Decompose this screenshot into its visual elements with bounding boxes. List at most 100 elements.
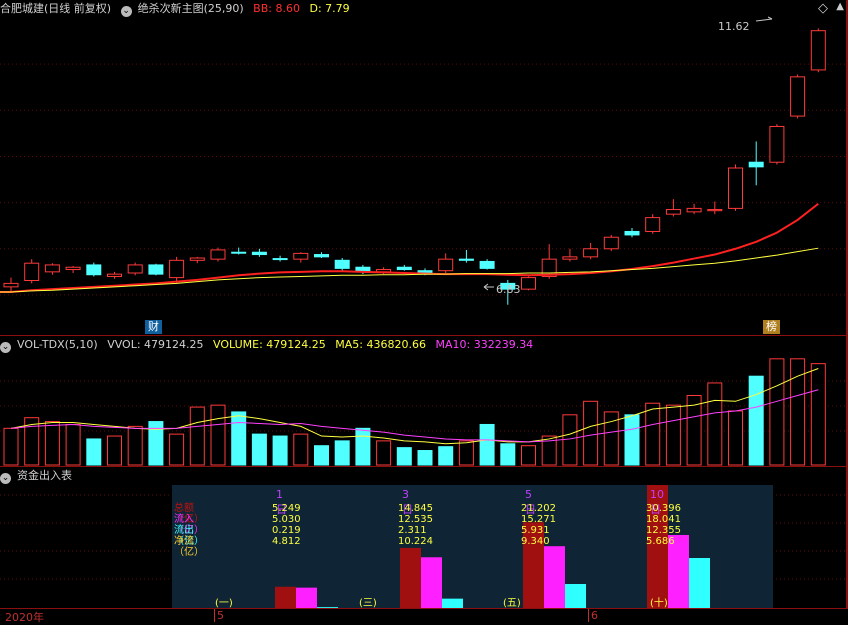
candle[interactable]	[272, 258, 288, 261]
finance-marker[interactable]: 财	[145, 320, 162, 334]
candle[interactable]	[148, 264, 164, 275]
candle[interactable]	[603, 236, 619, 250]
candle[interactable]	[396, 266, 412, 271]
fund-bar-outflow	[442, 598, 463, 608]
fund-value: 18.041	[646, 514, 681, 525]
volume-bar[interactable]	[86, 438, 102, 466]
volume-bar[interactable]	[748, 375, 764, 466]
volume-bar[interactable]	[210, 404, 226, 466]
candle[interactable]	[65, 266, 81, 271]
price-low-label: 6.83	[496, 283, 521, 296]
volume-bar[interactable]	[231, 411, 247, 466]
volume-bar[interactable]	[169, 433, 185, 466]
month-6-label: 6	[588, 609, 598, 622]
volume-bar[interactable]	[769, 358, 785, 466]
candle[interactable]	[583, 248, 599, 258]
volume-bar[interactable]	[479, 423, 495, 466]
fund-value: 5.931	[521, 525, 550, 536]
candle[interactable]	[458, 258, 474, 261]
fund-value: 4.812	[272, 536, 301, 547]
candle[interactable]	[210, 249, 226, 260]
fund-value: 5.030	[272, 514, 301, 525]
candle[interactable]	[728, 167, 743, 209]
volume-bar[interactable]	[810, 363, 826, 466]
volume-bar[interactable]	[44, 421, 60, 466]
time-axis: 2020年 5 6	[0, 608, 848, 624]
volume-bar[interactable]	[707, 382, 723, 466]
volume-bar[interactable]	[417, 450, 433, 466]
volume-bar[interactable]	[521, 445, 536, 466]
volume-chart[interactable]	[0, 336, 848, 466]
fund-flow-chart	[275, 485, 710, 608]
candle[interactable]	[3, 282, 19, 288]
volume-bar[interactable]	[272, 435, 288, 466]
volume-bar[interactable]	[665, 404, 681, 466]
candle[interactable]	[334, 259, 350, 269]
fund-value: 15.271	[521, 514, 556, 525]
fund-value: 12.355	[646, 525, 681, 536]
fund-value: 30.396	[646, 503, 681, 514]
volume-bar[interactable]	[438, 446, 454, 466]
candle[interactable]	[86, 264, 102, 276]
candle[interactable]	[790, 76, 806, 117]
volume-bar[interactable]	[562, 414, 578, 466]
candle[interactable]	[44, 264, 60, 273]
candle[interactable]	[127, 264, 143, 274]
candle[interactable]	[189, 257, 205, 261]
volume-bar[interactable]	[728, 410, 743, 466]
fund-bar-inflow	[421, 557, 442, 608]
fund-value: 2.311	[398, 525, 427, 536]
volume-bar[interactable]	[314, 445, 329, 466]
fund-bar-inflow	[544, 546, 565, 608]
candle[interactable]	[748, 161, 764, 168]
volume-bar[interactable]	[355, 427, 371, 466]
fund-value: 0.219	[272, 525, 301, 536]
fund-bar-total	[275, 586, 296, 608]
fund-value: 5.686	[646, 536, 675, 547]
candle[interactable]	[24, 262, 40, 282]
candle[interactable]	[686, 207, 702, 213]
bb-line	[0, 202, 819, 294]
candle[interactable]	[624, 230, 640, 236]
candle[interactable]	[707, 209, 723, 212]
price-chart[interactable]: 11.62 6.83	[0, 0, 848, 335]
volume-bar[interactable]	[624, 414, 640, 466]
candle[interactable]	[665, 209, 681, 215]
candle[interactable]	[810, 30, 826, 71]
fund-row-label: 净流（亿）	[174, 536, 204, 558]
volume-bar[interactable]	[583, 400, 599, 466]
candle[interactable]	[769, 125, 785, 163]
volume-bar[interactable]	[334, 440, 350, 466]
volume-bar[interactable]	[127, 425, 143, 466]
candle[interactable]	[251, 251, 267, 256]
candle[interactable]	[645, 217, 661, 232]
candle[interactable]	[293, 252, 309, 260]
candle[interactable]	[438, 258, 454, 272]
month-5-label: 5	[214, 609, 224, 622]
volume-bar[interactable]	[107, 435, 122, 466]
volume-bar[interactable]	[500, 443, 516, 466]
ranking-marker[interactable]: 榜	[763, 320, 780, 334]
fund-value: 12.535	[398, 514, 433, 525]
candle[interactable]	[479, 260, 495, 269]
volume-bar[interactable]	[458, 440, 474, 466]
low-arrow-icon	[483, 283, 494, 291]
candle[interactable]	[107, 273, 122, 277]
volume-bar[interactable]	[251, 433, 267, 466]
high-arrow-icon	[755, 16, 773, 22]
candle[interactable]	[521, 277, 536, 290]
price-high-label: 11.62	[718, 20, 750, 33]
volume-bar[interactable]	[376, 440, 392, 466]
volume-bar[interactable]	[189, 406, 205, 466]
volume-bar[interactable]	[293, 433, 309, 466]
volume-bar[interactable]	[65, 423, 81, 466]
candle[interactable]	[314, 254, 329, 258]
volume-bar[interactable]	[396, 447, 412, 466]
candle[interactable]	[562, 256, 578, 260]
candle[interactable]	[169, 259, 185, 279]
fund-bar-outflow	[689, 558, 710, 608]
volume-bar[interactable]	[645, 402, 661, 466]
candle[interactable]	[231, 251, 247, 254]
fund-bar-inflow	[296, 587, 317, 608]
volume-bar[interactable]	[3, 427, 19, 466]
